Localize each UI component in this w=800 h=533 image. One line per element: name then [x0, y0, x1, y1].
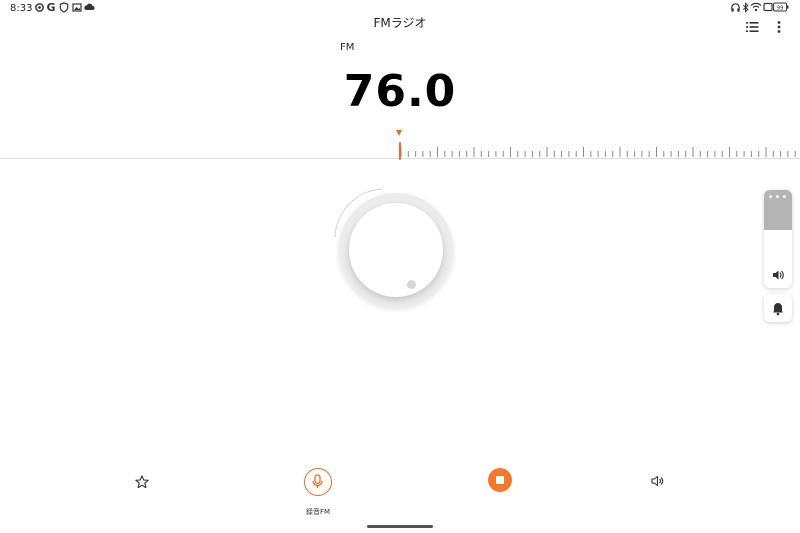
volume-slider-panel[interactable]: •••: [764, 190, 792, 288]
shield-icon: [58, 2, 70, 14]
band-label: FM: [340, 42, 355, 53]
gallery-icon: [71, 2, 83, 14]
microphone-icon: [312, 474, 323, 488]
station-list-button[interactable]: [744, 19, 760, 35]
google-g-icon: G: [46, 1, 56, 14]
favorite-button[interactable]: [134, 474, 150, 490]
more-options-button[interactable]: [771, 19, 787, 35]
speaker-toggle-button[interactable]: [650, 473, 666, 489]
more-vert-icon: [777, 21, 781, 33]
bell-icon: [773, 303, 783, 316]
record-button[interactable]: [304, 468, 332, 496]
cloud-icon: [83, 2, 95, 14]
notification-toggle-button[interactable]: [764, 294, 792, 322]
tuner-needle[interactable]: [399, 142, 401, 160]
settings-icon: [33, 2, 45, 14]
speaker-icon: [651, 475, 664, 487]
tuning-knob-indicator: [407, 280, 416, 289]
status-time: 8:33: [10, 3, 33, 14]
volume-icon: [773, 270, 784, 280]
stop-icon: [496, 476, 504, 484]
record-label: 録音FM: [305, 508, 331, 516]
frequency-display: 76.0: [343, 66, 457, 117]
star-icon: [135, 475, 149, 489]
app-title: FMラジオ: [373, 16, 427, 30]
list-icon: [746, 22, 759, 32]
panel-handle-icon: •••: [767, 192, 789, 203]
battery-level-text: 99: [777, 5, 784, 11]
wifi-icon: [750, 2, 762, 14]
power-stop-button[interactable]: [488, 468, 512, 492]
tuning-knob-face[interactable]: [349, 203, 443, 297]
home-indicator[interactable]: [367, 525, 433, 528]
tuner-pointer-icon: ▼: [396, 128, 403, 137]
battery-icon: 99: [773, 2, 789, 14]
